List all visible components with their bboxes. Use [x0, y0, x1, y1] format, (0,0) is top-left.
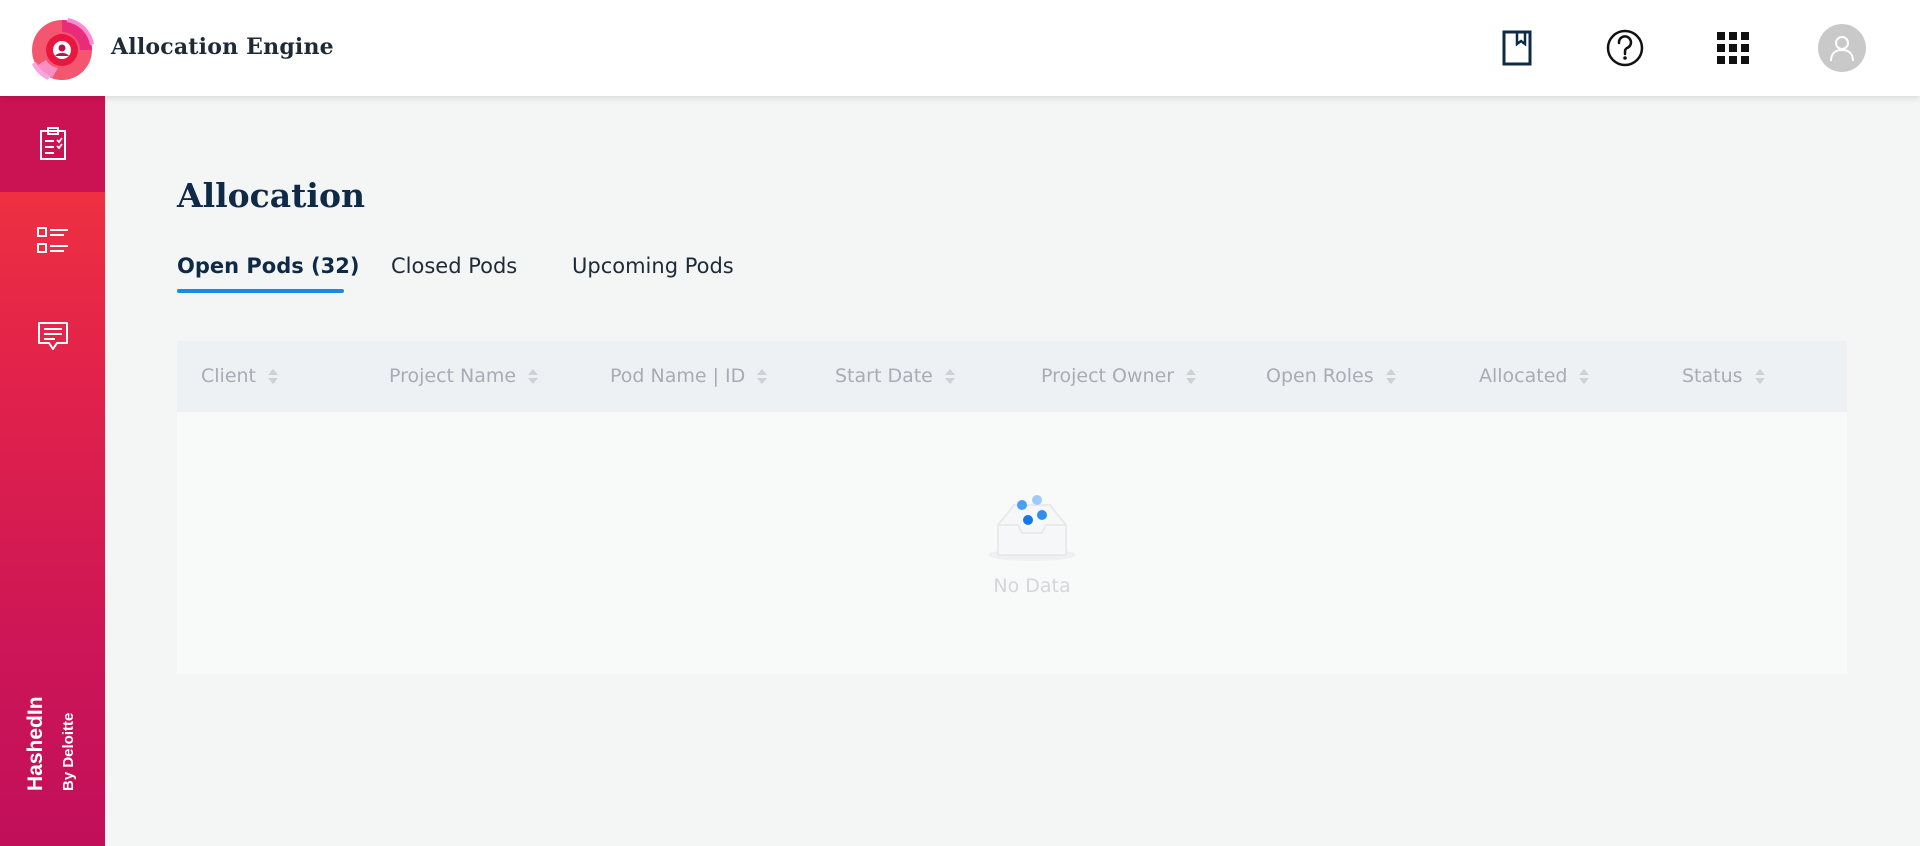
empty-state-text: No Data [993, 575, 1071, 597]
column-label: Project Owner [1041, 365, 1175, 387]
column-header-status[interactable]: Status [1682, 365, 1765, 387]
page-title: Allocation [177, 176, 365, 215]
column-header-client[interactable]: Client [201, 365, 279, 387]
sort-icon[interactable] [944, 368, 955, 384]
sort-icon[interactable] [1579, 368, 1590, 384]
column-header-allocated[interactable]: Allocated [1479, 365, 1590, 387]
sort-icon[interactable] [1186, 368, 1197, 384]
sort-icon[interactable] [1754, 368, 1765, 384]
column-label: Start Date [835, 365, 933, 387]
table-header: Client Project Name Pod Name | ID Start … [177, 341, 1847, 412]
brand-sub-text: By Deloitte [60, 712, 77, 791]
sidebar-item-allocation[interactable] [0, 192, 105, 288]
column-label: Allocated [1479, 365, 1568, 387]
tab-upcoming-pods[interactable]: Upcoming Pods [572, 254, 734, 278]
active-tab-indicator [177, 289, 344, 293]
column-label: Status [1682, 365, 1743, 387]
column-label: Pod Name | ID [610, 365, 746, 387]
sort-icon[interactable] [268, 368, 279, 384]
column-header-open-roles[interactable]: Open Roles [1266, 365, 1396, 387]
column-label: Open Roles [1266, 365, 1374, 387]
help-icon[interactable] [1604, 27, 1646, 69]
empty-inbox-icon [988, 495, 1076, 561]
sort-icon[interactable] [528, 368, 539, 384]
empty-state: No Data [962, 481, 1102, 601]
pods-table: Client Project Name Pod Name | ID Start … [177, 341, 1847, 674]
column-header-project-name[interactable]: Project Name [389, 365, 539, 387]
column-header-project-owner[interactable]: Project Owner [1041, 365, 1197, 387]
clipboard-checklist-icon [39, 127, 66, 160]
brand-hashedin: HashedIn By Deloitte [24, 686, 84, 796]
column-header-pod-name-id[interactable]: Pod Name | ID [610, 365, 768, 387]
tab-closed-pods[interactable]: Closed Pods [391, 254, 517, 278]
tab-open-pods[interactable]: Open Pods (32) [177, 254, 359, 278]
column-label: Client [201, 365, 257, 387]
brand-main-text: HashedIn [24, 696, 47, 791]
app-logo[interactable] [28, 16, 96, 84]
sort-icon[interactable] [757, 368, 768, 384]
message-icon [37, 322, 68, 350]
sort-icon[interactable] [1385, 368, 1396, 384]
checklist-icon [36, 227, 68, 253]
apps-grid-icon[interactable] [1712, 27, 1754, 69]
sidebar: HashedIn By Deloitte [0, 96, 105, 846]
column-label: Project Name [389, 365, 517, 387]
bookmark-icon[interactable] [1496, 27, 1538, 69]
sidebar-item-messages[interactable] [0, 288, 105, 384]
top-header: Allocation Engine [0, 0, 1920, 96]
sidebar-item-tasks[interactable] [0, 96, 105, 192]
app-title: Allocation Engine [111, 34, 334, 60]
column-header-start-date[interactable]: Start Date [835, 365, 955, 387]
user-avatar-icon[interactable] [1818, 24, 1866, 72]
